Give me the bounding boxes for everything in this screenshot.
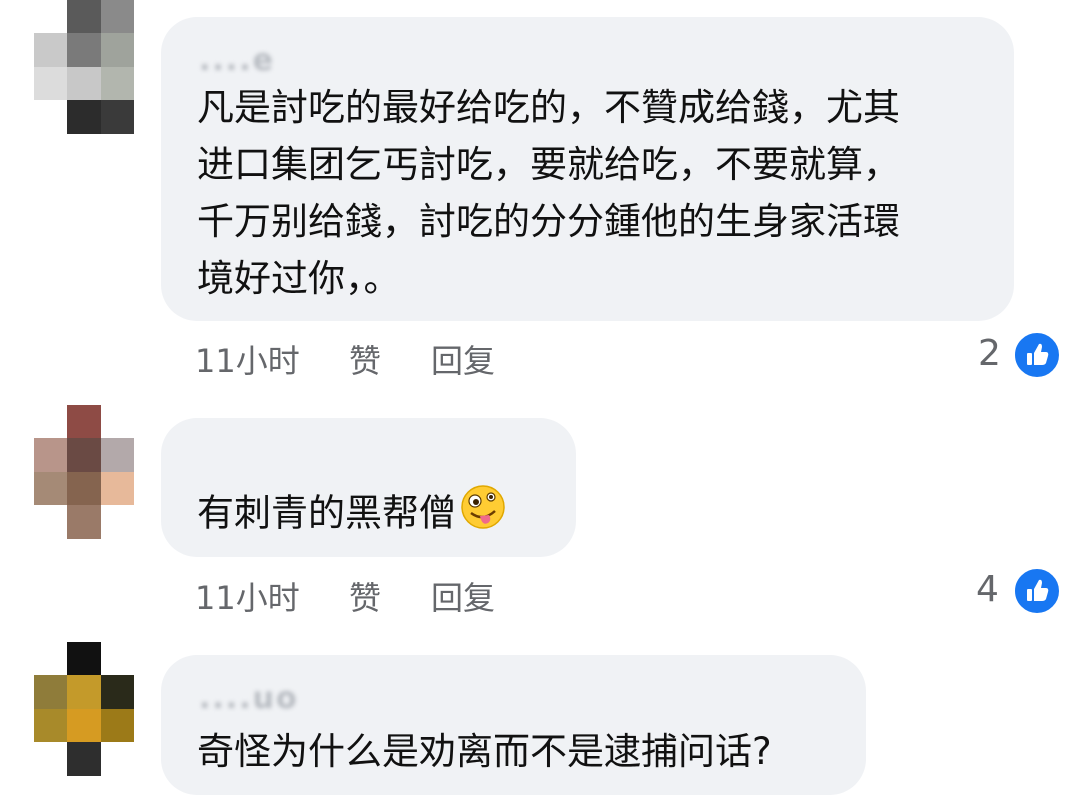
comment-bubble: 有刺青的黑帮僧 xyxy=(161,418,576,557)
commenter-name[interactable] xyxy=(236,443,396,475)
reply-button[interactable]: 回复 xyxy=(431,573,495,619)
commenter-name[interactable]: ....uo xyxy=(199,681,299,716)
reaction-count[interactable]: 4 xyxy=(976,569,999,610)
comment-bubble: ....e 凡是討吃的最好给吃的，不贊成给錢，尤其 进口集团乞丐討吃，要就给吃，… xyxy=(161,17,1014,321)
comment-text: 奇怪为什么是劝离而不是逮捕问话? xyxy=(197,730,772,773)
reply-button[interactable]: 回复 xyxy=(431,336,495,382)
comment-text: 凡是討吃的最好给吃的，不贊成给錢，尤其 进口集团乞丐討吃，要就给吃，不要就算， … xyxy=(197,86,900,300)
avatar[interactable] xyxy=(34,0,134,134)
avatar[interactable] xyxy=(34,642,134,776)
comment-text: 有刺青的黑帮僧 xyxy=(197,484,506,546)
like-reaction-icon[interactable] xyxy=(1012,566,1062,616)
zany-face-emoji-icon xyxy=(460,484,506,546)
timestamp[interactable]: 11小时 xyxy=(195,336,300,382)
avatar[interactable] xyxy=(34,405,134,539)
comment-bubble: ....uo 奇怪为什么是劝离而不是逮捕问话? xyxy=(161,655,866,795)
like-button[interactable]: 赞 xyxy=(349,336,381,382)
like-button[interactable]: 赞 xyxy=(349,573,381,619)
reaction-count[interactable]: 2 xyxy=(978,333,1001,374)
commenter-name[interactable]: ....e xyxy=(199,43,275,78)
like-reaction-icon[interactable] xyxy=(1012,330,1062,380)
timestamp[interactable]: 11小时 xyxy=(195,573,300,619)
